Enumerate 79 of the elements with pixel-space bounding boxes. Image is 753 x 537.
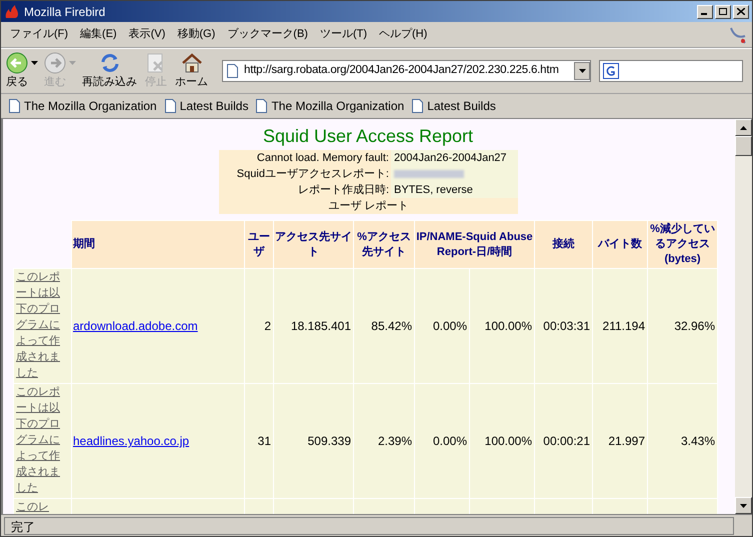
report-subtitle: ユーザ レポート xyxy=(219,198,518,214)
program-link[interactable]: このレ xyxy=(14,498,72,514)
bookmark-link[interactable]: The Mozilla Organization xyxy=(271,97,404,115)
table-cell: 21.997 xyxy=(592,384,648,498)
table-cell: 2.39% xyxy=(354,384,414,498)
table-cell: 509.339 xyxy=(274,384,354,498)
scroll-up-button[interactable] xyxy=(735,119,752,136)
home-icon xyxy=(180,52,202,74)
window-title: Mozilla Firebird xyxy=(24,4,106,20)
table-cell: 2 xyxy=(244,268,274,384)
address-field[interactable]: http://sarg.robata.org/2004Jan26-2004Jan27/202.230.225.6.htm xyxy=(222,60,591,82)
table-cell: 100.00% xyxy=(470,384,535,498)
info-label: Squidユーザアクセスレポート: xyxy=(219,166,391,182)
table-cell: 0.00% xyxy=(414,268,470,384)
bookmark-link[interactable]: Latest Builds xyxy=(427,97,496,115)
info-label: Cannot load. Memory fault: xyxy=(219,150,391,166)
table-cell: 85.42% xyxy=(354,268,414,384)
maximize-button[interactable] xyxy=(715,4,731,18)
menu-item[interactable]: 表示(V) xyxy=(124,26,170,43)
menu-item[interactable]: 移動(G) xyxy=(172,26,220,43)
table-cell: 100.00% xyxy=(470,268,535,384)
column-header: IP/NAME-Squid Abuse Report-日/時間 xyxy=(414,220,535,268)
page-icon xyxy=(412,99,424,113)
search-field[interactable] xyxy=(599,60,743,82)
maximize-icon xyxy=(719,8,727,15)
flame-logo-icon xyxy=(4,4,20,20)
info-value: 2004Jan26-2004Jan27 xyxy=(394,151,507,166)
site-link[interactable]: headlines.yahoo.co.jp xyxy=(73,434,190,448)
program-link[interactable]: このレポートは以下のプログラムによって作成されました xyxy=(14,384,72,498)
status-text: 完了 xyxy=(4,516,734,534)
bookmark-link[interactable]: Latest Builds xyxy=(180,97,248,115)
table-cell: 32.96% xyxy=(648,268,718,384)
menu-item[interactable]: 編集(E) xyxy=(75,26,122,43)
menu-item[interactable]: ファイル(F) xyxy=(5,26,74,43)
close-icon xyxy=(737,8,745,15)
table-cell: 3.43% xyxy=(648,384,718,498)
close-button[interactable] xyxy=(733,4,749,18)
menu-item[interactable]: ヘルプ(H) xyxy=(374,26,432,43)
table-cell: 0.00% xyxy=(414,384,470,498)
dropdown-caret-icon[interactable] xyxy=(31,60,38,65)
info-label: レポート作成日時: xyxy=(219,182,391,198)
info-value: BYTES, reverse xyxy=(394,183,473,198)
column-header: バイト数 xyxy=(592,220,648,268)
up-arrow-icon xyxy=(740,126,747,130)
toolbar-button[interactable]: 再読み込み xyxy=(80,52,139,90)
vertical-scrollbar[interactable] xyxy=(735,119,752,514)
bookmark-link[interactable]: The Mozilla Organization xyxy=(24,97,157,115)
report-title: Squid User Access Report xyxy=(262,125,474,147)
table-cell: 00:03:31 xyxy=(534,268,593,384)
menu-item[interactable]: ブックマーク(B) xyxy=(222,26,313,43)
table-cell: 211.194 xyxy=(592,268,648,384)
table-cell: 31 xyxy=(244,384,274,498)
column-header: %減少しているアクセス (bytes) xyxy=(648,220,718,268)
redacted-text xyxy=(394,170,464,178)
reload-icon xyxy=(98,52,120,74)
site-link[interactable]: ardownload.adobe.com xyxy=(73,319,198,333)
toolbar-button[interactable]: ホーム xyxy=(173,52,210,90)
menu-item[interactable]: ツール(T) xyxy=(314,26,372,43)
page-icon xyxy=(227,64,238,78)
page-icon xyxy=(9,99,20,113)
dropdown-caret-icon xyxy=(578,69,586,73)
table-cell: 00:00:21 xyxy=(534,384,593,498)
column-header: 接続 xyxy=(534,220,593,268)
scroll-thumb[interactable] xyxy=(735,136,752,156)
throbber-icon xyxy=(728,24,748,44)
column-header: ユーザ xyxy=(244,220,274,268)
address-dropdown-button[interactable] xyxy=(574,62,590,80)
column-header: アクセス先サイト xyxy=(274,220,354,268)
table-cell: 18.185.401 xyxy=(274,268,354,384)
down-arrow-icon xyxy=(740,504,747,508)
scroll-down-button[interactable] xyxy=(735,497,752,514)
minimize-button[interactable] xyxy=(697,4,713,18)
toolbar-button[interactable]: 戻る xyxy=(4,52,30,90)
program-link[interactable]: このレポートは以下のプログラムによって作成されました xyxy=(14,268,72,384)
page-icon xyxy=(164,99,176,113)
page-icon xyxy=(256,99,268,113)
column-header: %アクセス先サイト xyxy=(354,220,414,268)
column-header: 期間 xyxy=(72,220,244,268)
search-engine-icon xyxy=(603,63,619,79)
